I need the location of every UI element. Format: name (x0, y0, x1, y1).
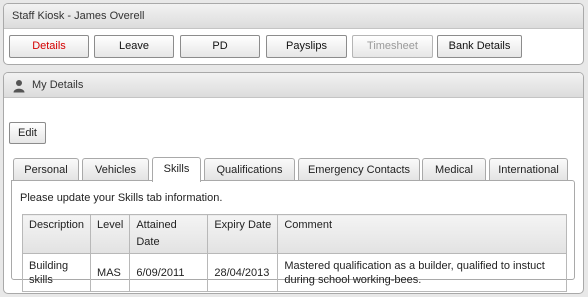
my-details-header: My Details (4, 73, 583, 98)
my-details-panel: My Details Edit Personal Vehicles Skills… (3, 72, 584, 294)
cell-level: MAS (90, 253, 131, 292)
skills-table: Description Level Attained Date Expiry D… (21, 214, 567, 292)
tab-international[interactable]: International (489, 158, 568, 181)
tab-skills[interactable]: Skills (152, 157, 201, 182)
cell-description: Building skills (21, 253, 92, 292)
kiosk-title: Staff Kiosk - James Overell (4, 4, 583, 29)
tab-medical[interactable]: Medical (422, 158, 486, 181)
pd-button[interactable]: PD (180, 35, 260, 58)
staff-kiosk-panel: Staff Kiosk - James Overell Details Leav… (3, 3, 584, 65)
col-description: Description (21, 214, 92, 254)
col-expiry-date: Expiry Date (207, 214, 279, 254)
col-attained-date: Attained Date (129, 214, 209, 254)
tab-personal[interactable]: Personal (13, 158, 79, 181)
my-details-title: My Details (32, 79, 84, 91)
leave-button[interactable]: Leave (94, 35, 174, 58)
cell-attained-date: 6/09/2011 (129, 253, 209, 292)
skills-tab-content: Please update your Skills tab informatio… (11, 180, 575, 292)
info-message: Please update your Skills tab informatio… (20, 192, 223, 204)
payslips-button[interactable]: Payslips (266, 35, 347, 58)
table-row[interactable]: Building skills MAS 6/09/2011 28/04/2013… (21, 253, 567, 292)
col-comment: Comment (277, 214, 567, 254)
tab-vehicles[interactable]: Vehicles (82, 158, 149, 181)
col-level: Level (90, 214, 131, 254)
cell-comment: Mastered qualification as a builder, qua… (277, 253, 567, 292)
cell-expiry-date: 28/04/2013 (207, 253, 279, 292)
person-icon (12, 78, 26, 93)
table-header-row: Description Level Attained Date Expiry D… (21, 214, 567, 254)
tab-emergency-contacts[interactable]: Emergency Contacts (298, 158, 420, 181)
timesheet-button[interactable]: Timesheet (352, 35, 433, 58)
tab-qualifications[interactable]: Qualifications (204, 158, 295, 181)
details-button[interactable]: Details (9, 35, 89, 58)
details-tabs: Personal Vehicles Skills Qualifications … (4, 157, 583, 182)
bank-details-button[interactable]: Bank Details (437, 35, 522, 58)
edit-button[interactable]: Edit (9, 122, 46, 144)
